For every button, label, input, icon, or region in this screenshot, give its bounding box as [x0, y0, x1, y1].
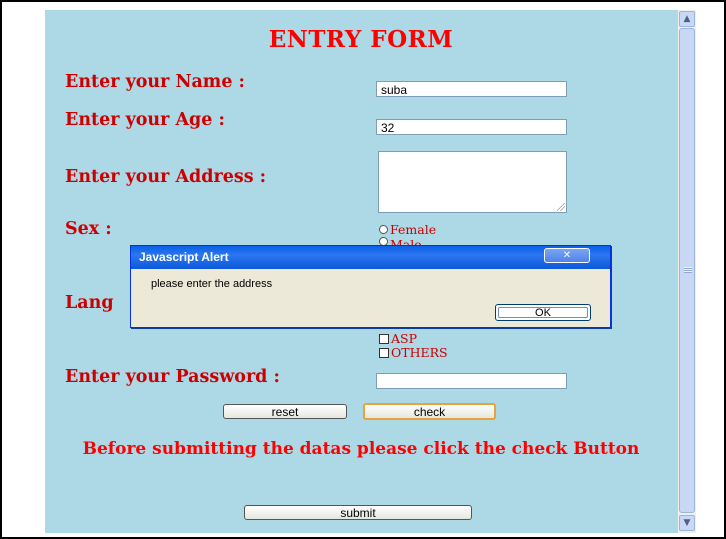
radio-male[interactable] — [379, 237, 388, 245]
password-input[interactable] — [376, 373, 567, 389]
close-icon[interactable]: ✕ — [544, 248, 590, 263]
javascript-alert-dialog: Javascript Alert ✕ please enter the addr… — [130, 245, 611, 328]
vertical-scrollbar[interactable]: ▲ ▼ — [677, 10, 696, 533]
language-option-asp[interactable]: ASP — [379, 331, 417, 346]
reset-button[interactable]: reset — [223, 404, 347, 419]
address-label: Enter your Address : — [65, 167, 267, 187]
radio-female[interactable] — [379, 225, 388, 234]
submit-button[interactable]: submit — [244, 505, 472, 520]
password-label: Enter your Password : — [65, 367, 280, 387]
name-label: Enter your Name : — [65, 72, 246, 92]
ok-button[interactable]: OK — [495, 304, 591, 321]
alert-message: please enter the address — [151, 278, 273, 290]
sex-option-male[interactable]: Male — [379, 237, 422, 245]
alert-titlebar[interactable]: Javascript Alert ✕ — [131, 246, 610, 269]
language-option-others-label: OTHERS — [391, 345, 448, 360]
check-instruction-note: Before submitting the datas please click… — [82, 439, 640, 459]
language-label: Lang — [65, 293, 114, 313]
alert-title: Javascript Alert — [139, 250, 229, 264]
scroll-down-icon[interactable]: ▼ — [679, 515, 695, 531]
scroll-grip-icon — [684, 267, 692, 273]
sex-option-male-label: Male — [390, 237, 422, 245]
name-input[interactable]: suba — [376, 81, 567, 97]
resize-grip-icon[interactable] — [557, 203, 565, 211]
sex-option-female-label: Female — [390, 222, 437, 237]
scroll-up-icon[interactable]: ▲ — [679, 11, 695, 27]
address-textarea[interactable] — [378, 151, 567, 213]
checkbox-others[interactable] — [379, 347, 389, 358]
sex-label: Sex : — [65, 219, 112, 239]
check-button[interactable]: check — [363, 403, 496, 420]
checkbox-asp[interactable] — [379, 333, 389, 344]
language-option-asp-label: ASP — [391, 331, 418, 346]
language-option-others[interactable]: OTHERS — [379, 345, 448, 360]
age-input[interactable]: 32 — [376, 119, 567, 135]
age-label: Enter your Age : — [65, 110, 225, 130]
scroll-thumb[interactable] — [679, 28, 695, 513]
page-title: ENTRY FORM — [268, 26, 454, 53]
sex-option-female[interactable]: Female — [379, 222, 436, 237]
